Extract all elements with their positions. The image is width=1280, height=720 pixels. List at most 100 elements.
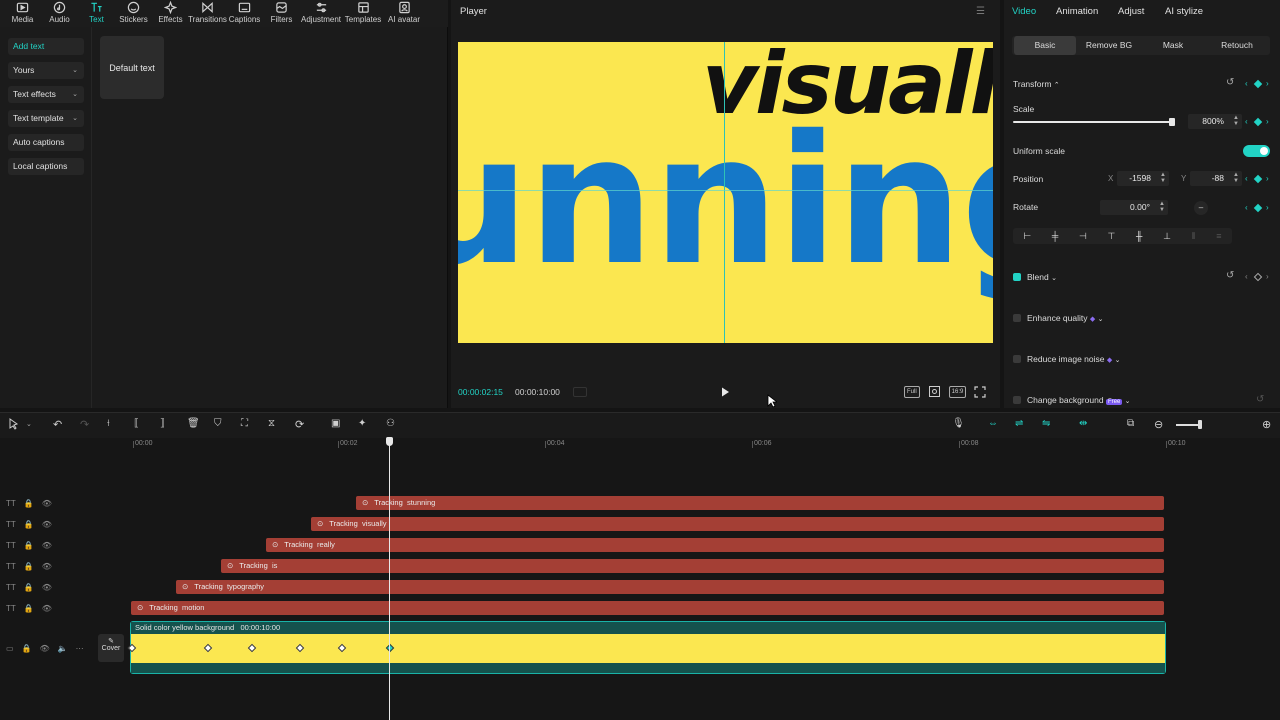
mirror-icon[interactable]: ⧖ bbox=[268, 418, 280, 430]
text-clip[interactable]: ⊙ Tracking is bbox=[221, 559, 1164, 573]
clip-keyframe[interactable] bbox=[203, 643, 213, 653]
subtab-remove-bg[interactable]: Remove BG bbox=[1078, 36, 1140, 55]
toolbar-effects[interactable]: Effects bbox=[152, 0, 189, 27]
default-text-card[interactable]: Default text bbox=[100, 36, 164, 99]
next-keyframe-icon[interactable]: › bbox=[1266, 174, 1269, 183]
rotate-icon[interactable]: ⟳ bbox=[295, 418, 307, 431]
rotate-dial[interactable]: – bbox=[1194, 201, 1208, 215]
align-top-icon[interactable]: ⊤ bbox=[1107, 231, 1115, 242]
tab-video[interactable]: Video bbox=[1012, 6, 1036, 17]
microphone-icon[interactable]: 🎙 bbox=[952, 418, 965, 430]
stepper-icon[interactable]: ▲ ▼ bbox=[1159, 201, 1165, 213]
lock-icon[interactable]: 🔒 bbox=[24, 499, 34, 508]
magic-wand-icon[interactable]: ✦ bbox=[358, 418, 370, 430]
toolbar-adjustment[interactable]: Adjustment bbox=[300, 0, 342, 27]
uniform-scale-toggle[interactable] bbox=[1243, 145, 1270, 157]
transform-section-title[interactable]: Transform ⌃ bbox=[1013, 79, 1060, 89]
enhance-quality-checkbox[interactable] bbox=[1013, 314, 1021, 322]
select-cursor-icon[interactable] bbox=[8, 418, 20, 430]
scale-input[interactable]: 800% ▲ ▼ bbox=[1188, 114, 1242, 129]
eye-icon[interactable]: 👁 bbox=[42, 562, 52, 571]
nav-yours[interactable]: Yours ⌄ bbox=[8, 62, 84, 79]
text-clip[interactable]: ⊙ Tracking typography bbox=[176, 580, 1164, 594]
scale-slider[interactable] bbox=[1013, 121, 1173, 123]
main-track-magnet-icon[interactable]: ⇔ bbox=[988, 418, 1000, 430]
auto-reframe-icon[interactable]: ⚇ bbox=[386, 418, 398, 430]
redo-icon[interactable]: ↷ bbox=[80, 418, 92, 431]
tab-ai-stylize[interactable]: AI stylize bbox=[1165, 6, 1203, 17]
next-keyframe-icon[interactable]: › bbox=[1266, 117, 1269, 126]
clip-keyframe[interactable] bbox=[337, 643, 347, 653]
zoom-fit-icon[interactable] bbox=[928, 385, 941, 398]
toolbar-ai-avatar[interactable]: AI avatar bbox=[384, 0, 424, 27]
next-keyframe-icon[interactable]: › bbox=[1266, 79, 1269, 88]
zoom-out-icon[interactable]: ⊖ bbox=[1154, 418, 1166, 431]
toolbar-text[interactable]: Text bbox=[78, 0, 115, 27]
video-clip[interactable]: Solid color yellow background 00:00:10:0… bbox=[127, 621, 1166, 674]
blend-label[interactable]: Blend ⌄ bbox=[1027, 272, 1057, 282]
clip-keyframe-active[interactable] bbox=[385, 643, 395, 653]
eye-icon[interactable]: 👁 bbox=[40, 644, 50, 653]
preview-axis-icon[interactable]: ⇹ bbox=[1079, 418, 1091, 430]
reset-icon[interactable]: ↺ bbox=[1226, 77, 1234, 88]
nav-text-effects[interactable]: Text effects ⌄ bbox=[8, 86, 84, 103]
timecode-grid-icon[interactable] bbox=[573, 387, 587, 397]
toolbar-captions[interactable]: Captions bbox=[226, 0, 263, 27]
eye-icon[interactable]: 👁 bbox=[42, 541, 52, 550]
align-center-v-icon[interactable]: ╫ bbox=[1136, 231, 1142, 241]
fullscreen-icon[interactable] bbox=[974, 385, 986, 398]
nav-add-text[interactable]: Add text bbox=[8, 38, 84, 55]
toolbar-stickers[interactable]: Stickers bbox=[115, 0, 152, 27]
play-icon[interactable] bbox=[719, 386, 731, 398]
tab-adjust[interactable]: Adjust bbox=[1118, 6, 1144, 17]
rotate-input[interactable]: 0.00° ▲ ▼ bbox=[1100, 200, 1168, 215]
fit-timeline-icon[interactable]: ⧉ bbox=[1127, 418, 1139, 430]
prev-keyframe-icon[interactable]: ‹ bbox=[1245, 174, 1248, 183]
eye-icon[interactable]: 👁 bbox=[42, 499, 52, 508]
crop-icon[interactable]: ⛶ bbox=[241, 418, 253, 430]
playhead-handle[interactable] bbox=[386, 437, 393, 446]
prev-keyframe-icon[interactable]: ‹ bbox=[1245, 117, 1248, 126]
align-bottom-icon[interactable]: ⊥ bbox=[1163, 231, 1171, 242]
prev-keyframe-icon[interactable]: ‹ bbox=[1245, 79, 1248, 88]
next-keyframe-icon[interactable]: › bbox=[1266, 203, 1269, 212]
eye-icon[interactable]: 👁 bbox=[42, 520, 52, 529]
reduce-noise-label[interactable]: Reduce image noise ◆ ⌄ bbox=[1027, 354, 1121, 364]
cover-button[interactable]: ✎ Cover bbox=[98, 634, 124, 662]
reset-icon[interactable]: ↺ bbox=[1226, 270, 1234, 281]
next-keyframe-icon[interactable]: › bbox=[1266, 272, 1269, 281]
nav-auto-captions[interactable]: Auto captions bbox=[8, 134, 84, 151]
lock-icon[interactable]: 🔒 bbox=[24, 541, 34, 550]
nav-text-template[interactable]: Text template ⌄ bbox=[8, 110, 84, 127]
shield-icon[interactable]: ⛉ bbox=[214, 418, 226, 430]
reduce-noise-checkbox[interactable] bbox=[1013, 355, 1021, 363]
position-x-input[interactable]: -1598 ▲ ▼ bbox=[1117, 171, 1169, 186]
clip-keyframe[interactable] bbox=[295, 643, 305, 653]
undo-icon[interactable]: ↶ bbox=[53, 418, 65, 431]
change-background-label[interactable]: Change background Free ⌄ bbox=[1027, 395, 1131, 405]
stepper-icon[interactable]: ▲ ▼ bbox=[1233, 115, 1239, 127]
lock-icon[interactable]: 🔒 bbox=[24, 583, 34, 592]
preview-canvas[interactable]: visually unning bbox=[458, 42, 993, 343]
toolbar-filters[interactable]: Filters bbox=[263, 0, 300, 27]
clip-keyframe[interactable] bbox=[127, 643, 137, 653]
align-left-icon[interactable]: ⊢ bbox=[1023, 231, 1031, 242]
reset-icon[interactable]: ↺ bbox=[1256, 394, 1264, 405]
clip-keyframe[interactable] bbox=[247, 643, 257, 653]
toolbar-templates[interactable]: Templates bbox=[342, 0, 384, 27]
chevron-down-icon[interactable]: ⌄ bbox=[26, 420, 32, 428]
subtab-basic[interactable]: Basic bbox=[1014, 36, 1076, 55]
enhance-quality-label[interactable]: Enhance quality ◆ ⌄ bbox=[1027, 313, 1104, 323]
full-quality-button[interactable]: Full bbox=[904, 385, 920, 398]
linkage-icon[interactable]: ⇋ bbox=[1042, 418, 1054, 430]
eye-icon[interactable]: 👁 bbox=[42, 604, 52, 613]
split-icon[interactable]: ⟊ bbox=[107, 418, 119, 430]
playhead-line[interactable] bbox=[389, 437, 390, 720]
lock-icon[interactable]: 🔒 bbox=[24, 562, 34, 571]
more-icon[interactable]: ⋯ bbox=[76, 644, 84, 653]
align-center-h-icon[interactable]: ╪ bbox=[1052, 231, 1058, 241]
blend-checkbox[interactable] bbox=[1013, 273, 1021, 281]
text-clip[interactable]: ⊙ Tracking visually bbox=[311, 517, 1164, 531]
align-right-icon[interactable]: ⊣ bbox=[1079, 231, 1087, 242]
auto-snap-icon[interactable]: ⇌ bbox=[1015, 418, 1027, 430]
